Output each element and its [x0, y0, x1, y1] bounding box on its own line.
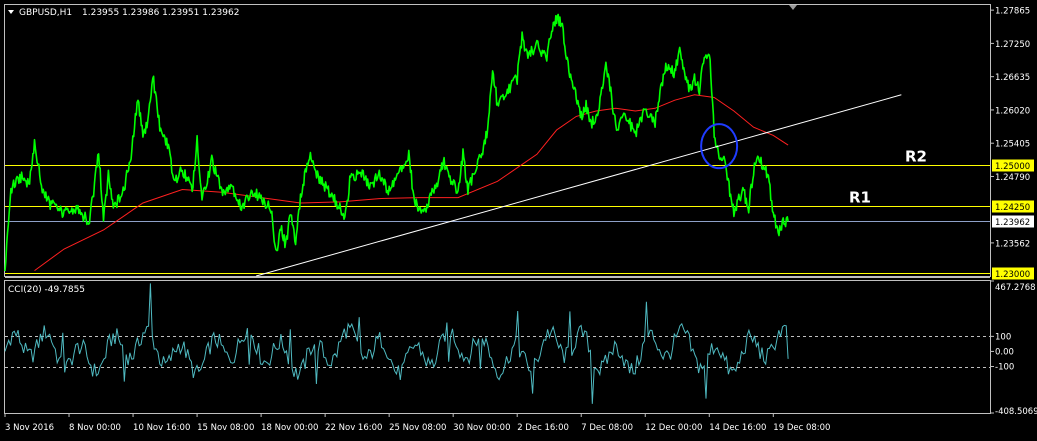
- time-axis-label: 12 Dec 00:00: [645, 423, 702, 433]
- level-annotation: R2: [905, 148, 927, 166]
- price-axis-label: 1.27250: [995, 40, 1030, 50]
- time-axis-label: 19 Dec 08:00: [773, 423, 830, 433]
- time-axis-label: 14 Dec 16:00: [709, 423, 766, 433]
- cci-axis-label: 100: [995, 332, 1011, 342]
- ohlc-label: 1.23955 1.23986 1.23951 1.23962: [82, 8, 239, 18]
- current-price-tag: 1.23962: [992, 215, 1034, 228]
- time-axis-label: 10 Nov 16:00: [133, 423, 190, 433]
- price-axis-label: 1.26635: [995, 73, 1030, 83]
- time-axis-label: 18 Nov 00:00: [261, 423, 318, 433]
- level-price-tag: 1.23000: [992, 267, 1034, 280]
- cci-axis-label: -100: [995, 363, 1014, 373]
- level-price-tag-text: 1.24250: [995, 203, 1030, 213]
- cci-axis-label: 467.2768: [995, 283, 1036, 293]
- time-axis-label: 15 Nov 08:00: [197, 423, 254, 433]
- price-axis-label: 1.23562: [995, 239, 1030, 249]
- price-axis-label: 1.27865: [995, 7, 1030, 17]
- time-axis-label: 30 Nov 00:00: [453, 423, 510, 433]
- time-axis-label: 8 Nov 00:00: [69, 423, 121, 433]
- cci-label: CCI(20) -49.7855: [8, 285, 85, 295]
- level-price-tag-text: 1.25000: [995, 162, 1030, 172]
- cci-axis-label: -408.5069: [995, 407, 1037, 417]
- time-axis-label: 25 Nov 08:00: [389, 423, 446, 433]
- current-price-tag-text: 1.23962: [995, 218, 1030, 228]
- price-axis-label: 1.26020: [995, 106, 1030, 116]
- time-axis-label: 7 Dec 08:00: [581, 423, 633, 433]
- time-axis-label: 22 Nov 16:00: [325, 423, 382, 433]
- cci-axis-label: 0.00: [995, 347, 1014, 357]
- price-axis-label: 1.24790: [995, 173, 1030, 183]
- symbol-label: GBPUSD,H1: [19, 8, 72, 18]
- level-price-tag: 1.25000: [992, 159, 1034, 172]
- time-axis-label: 2 Dec 16:00: [517, 423, 569, 433]
- level-price-tag-text: 1.23000: [995, 270, 1030, 280]
- chart-canvas: GBPUSD,H1 1.23955 1.23986 1.23951 1.2396…: [0, 0, 1037, 441]
- level-annotation: R1: [849, 189, 871, 207]
- time-axis-label: 3 Nov 2016: [5, 423, 54, 433]
- price-axis-label: 1.25405: [995, 140, 1030, 150]
- level-price-tag: 1.24250: [992, 200, 1034, 213]
